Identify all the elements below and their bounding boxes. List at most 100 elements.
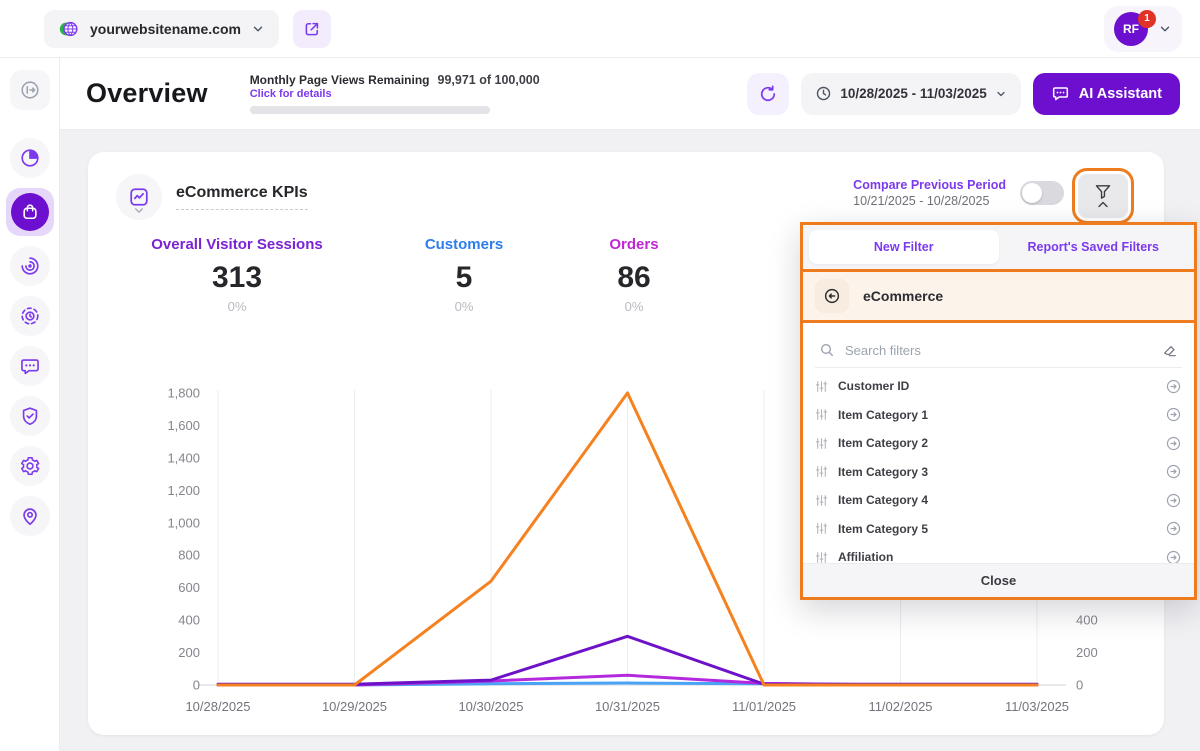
svg-text:0: 0 [193, 678, 200, 693]
kpi-value: 313 [137, 261, 337, 295]
arrow-right-circle-icon[interactable] [1165, 435, 1182, 452]
kpi-label: Overall Visitor Sessions [137, 236, 337, 253]
radar-icon [19, 255, 41, 277]
filter-group-label: eCommerce [863, 288, 943, 304]
svg-text:600: 600 [178, 580, 200, 595]
filter-item-item-category-5[interactable]: Item Category 5 [815, 515, 1182, 544]
arrow-right-circle-icon[interactable] [1165, 520, 1182, 537]
chevron-down-icon [134, 201, 144, 219]
kpi-change: 0% [394, 299, 534, 314]
svg-text:11/03/2025: 11/03/2025 [1005, 699, 1069, 714]
svg-text:11/02/2025: 11/02/2025 [868, 699, 932, 714]
website-name: yourwebsitename.com [90, 21, 241, 37]
website-selector[interactable]: yourwebsitename.com [44, 10, 279, 48]
search-placeholder: Search filters [845, 343, 1152, 358]
filter-item-customer-id[interactable]: Customer ID [815, 372, 1182, 401]
filter-item-item-category-1[interactable]: Item Category 1 [815, 401, 1182, 430]
svg-text:200: 200 [178, 645, 200, 660]
sliders-icon [815, 380, 828, 393]
sidebar [0, 58, 60, 751]
compare-range: 10/21/2025 - 10/28/2025 [853, 194, 1006, 208]
sidebar-item-behavior[interactable] [10, 246, 50, 286]
filter-group-ecommerce[interactable]: eCommerce [803, 269, 1194, 323]
sidebar-item-ecommerce[interactable] [6, 188, 54, 236]
sidebar-item-dashboard[interactable] [10, 138, 50, 178]
gear-icon [19, 455, 41, 477]
shopping-bag-icon [20, 202, 40, 222]
svg-text:1,000: 1,000 [167, 515, 200, 530]
page-title: Overview [86, 78, 208, 109]
close-button[interactable]: Close [803, 563, 1194, 597]
widget-menu-button[interactable] [116, 174, 162, 220]
compare-toggle[interactable] [1020, 181, 1064, 205]
kpi-2[interactable]: Orders860% [574, 236, 694, 314]
sliders-icon [815, 522, 828, 535]
filter-search[interactable]: Search filters [815, 333, 1182, 368]
filter-item-label: Item Category 3 [838, 465, 1155, 479]
sidebar-collapse-button[interactable] [10, 70, 50, 110]
sliders-icon [815, 494, 828, 507]
eraser-icon[interactable] [1162, 342, 1178, 358]
kpi-value: 5 [394, 261, 534, 295]
arrow-right-circle-icon[interactable] [1165, 378, 1182, 395]
refresh-icon [758, 84, 778, 104]
refresh-button[interactable] [747, 73, 789, 115]
sidebar-item-privacy[interactable] [10, 396, 50, 436]
sidebar-item-recordings[interactable] [10, 296, 50, 336]
filter-panel: New Filter Report's Saved Filters eComme… [800, 222, 1197, 600]
page-header: Overview Monthly Page Views Remaining 99… [60, 58, 1200, 130]
funnel-icon [1094, 184, 1112, 200]
kpi-1[interactable]: Customers50% [394, 236, 534, 314]
kpi-change: 0% [137, 299, 337, 314]
filter-item-affiliation[interactable]: Affiliation [815, 543, 1182, 563]
globe-icon [58, 18, 80, 40]
arrow-right-circle-icon[interactable] [1165, 406, 1182, 423]
svg-text:1,400: 1,400 [167, 450, 200, 465]
filter-item-label: Item Category 4 [838, 493, 1155, 507]
sliders-icon [815, 437, 828, 450]
filter-item-label: Affiliation [838, 550, 1155, 563]
svg-text:0: 0 [1076, 678, 1083, 693]
filter-item-item-category-2[interactable]: Item Category 2 [815, 429, 1182, 458]
filter-tabs: New Filter Report's Saved Filters [803, 225, 1194, 269]
page-views-details-link[interactable]: Click for details [250, 88, 540, 100]
filter-item-item-category-3[interactable]: Item Category 3 [815, 458, 1182, 487]
ai-chat-icon [1051, 84, 1070, 103]
date-range-value: 10/28/2025 - 11/03/2025 [840, 86, 986, 101]
chevron-down-icon [251, 22, 265, 36]
chevron-down-icon [995, 88, 1007, 100]
kpi-0[interactable]: Overall Visitor Sessions 313 0% [137, 236, 337, 314]
tab-saved-filters[interactable]: Report's Saved Filters [999, 230, 1189, 264]
user-menu[interactable]: RF 1 [1104, 6, 1182, 52]
compare-label: Compare Previous Period [853, 178, 1006, 192]
svg-text:10/29/2025: 10/29/2025 [322, 699, 387, 714]
page-views-value: 99,971 of 100,000 [438, 73, 540, 87]
svg-text:1,800: 1,800 [167, 386, 200, 401]
sidebar-item-settings[interactable] [10, 446, 50, 486]
search-icon [819, 342, 835, 358]
filter-item-label: Item Category 5 [838, 522, 1155, 536]
card-title: eCommerce KPIs [176, 184, 308, 210]
arrow-left-circle-icon [815, 279, 849, 313]
sidebar-item-communication[interactable] [10, 346, 50, 386]
tab-new-filter[interactable]: New Filter [809, 230, 999, 264]
sidebar-item-locations[interactable] [10, 496, 50, 536]
arrow-right-circle-icon[interactable] [1165, 549, 1182, 563]
arrow-right-circle-icon[interactable] [1165, 463, 1182, 480]
kpi-value: 86 [574, 261, 694, 295]
kpi-label: Orders [574, 236, 694, 253]
filter-item-label: Item Category 2 [838, 436, 1155, 450]
ai-assistant-button[interactable]: AI Assistant [1033, 73, 1180, 115]
sliders-icon [815, 551, 828, 563]
filter-button[interactable] [1078, 174, 1128, 218]
filter-list: Customer IDItem Category 1 Item Category … [803, 368, 1194, 563]
open-website-button[interactable] [293, 10, 331, 48]
shield-check-icon [19, 405, 41, 427]
arrow-right-circle-icon[interactable] [1165, 492, 1182, 509]
svg-text:400: 400 [1076, 613, 1098, 628]
filter-item-item-category-4[interactable]: Item Category 4 [815, 486, 1182, 515]
date-range-picker[interactable]: 10/28/2025 - 11/03/2025 [801, 73, 1020, 115]
page-views-label: Monthly Page Views Remaining [250, 73, 430, 87]
sliders-icon [815, 408, 828, 421]
external-link-icon [303, 20, 321, 38]
